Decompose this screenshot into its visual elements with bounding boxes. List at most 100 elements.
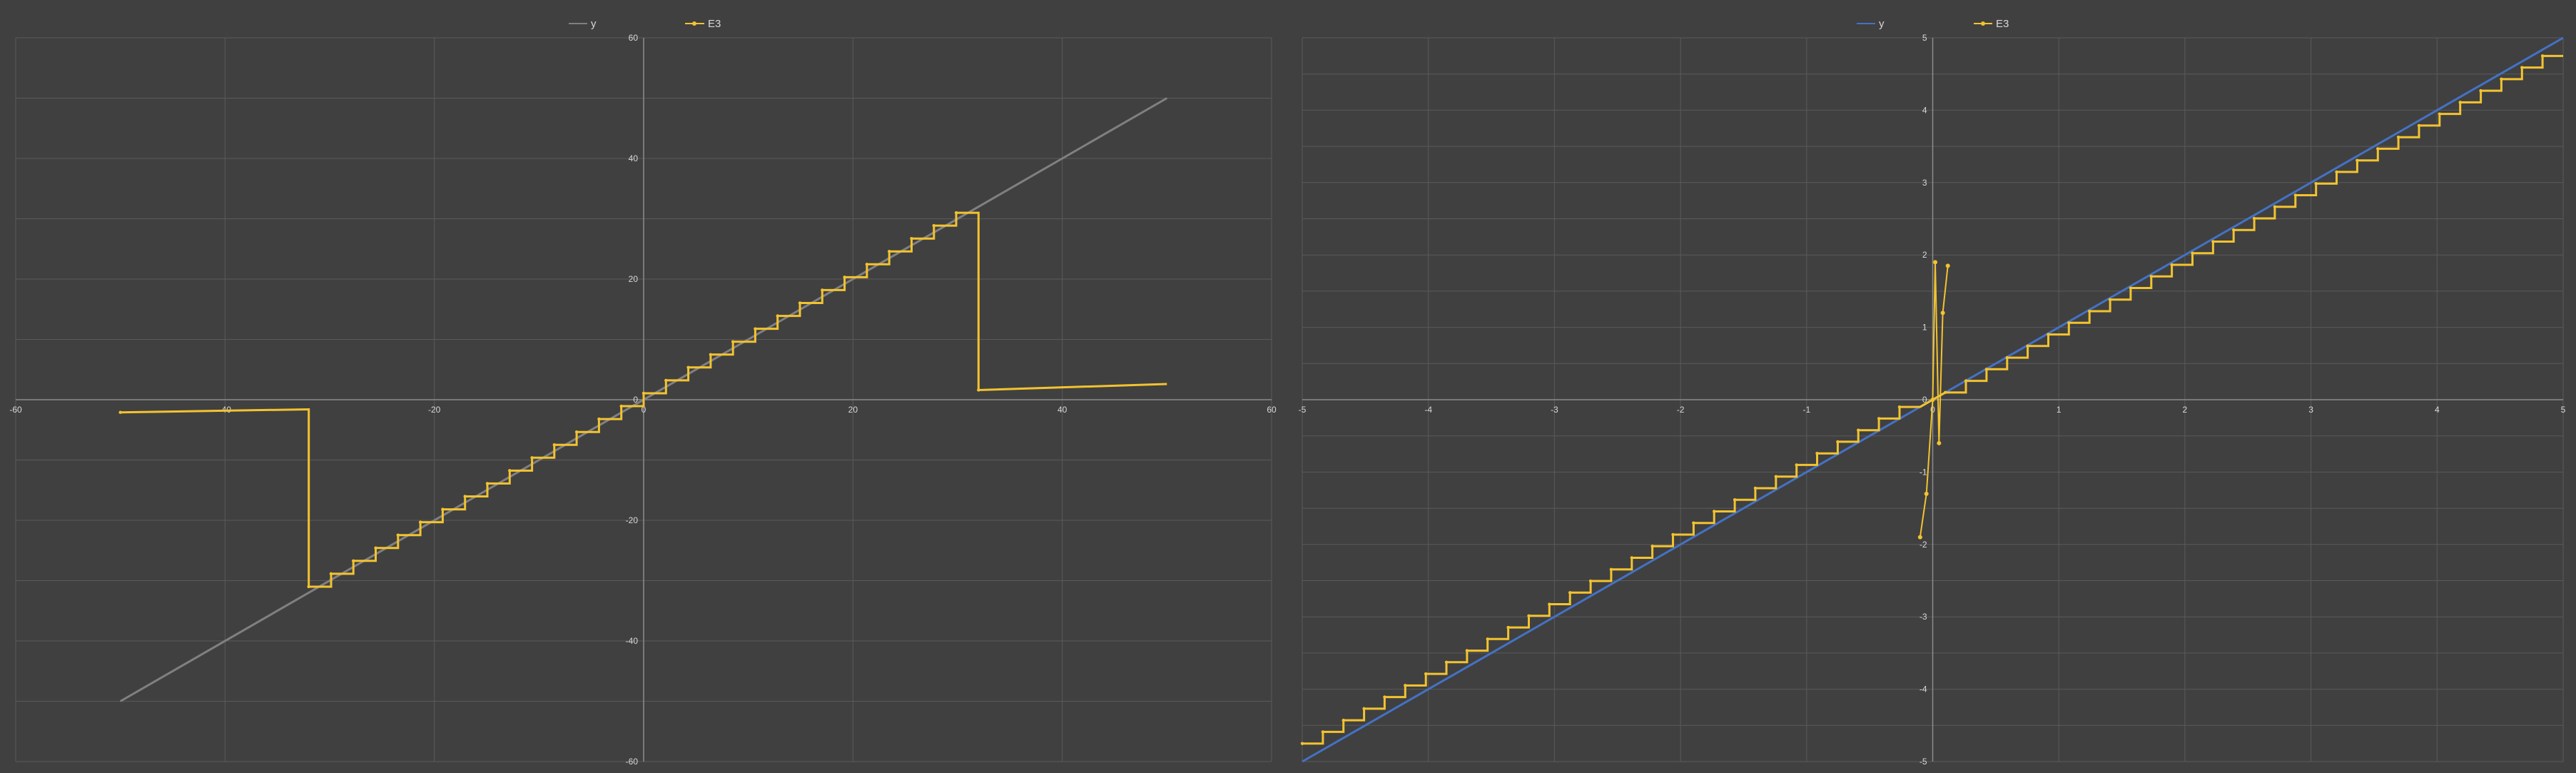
series-point-e3 [2500, 77, 2503, 81]
series-point-e3 [1506, 625, 1510, 630]
series-point-e3 [977, 388, 980, 392]
series-point-e3 [463, 495, 467, 498]
x-tick-label: 2 [2183, 405, 2188, 415]
series-point-e3 [1917, 535, 1922, 540]
series-point-e3 [1342, 718, 1345, 722]
series-point-e3 [1753, 486, 1758, 490]
x-tick-label: 20 [848, 405, 858, 415]
x-tick-label: -3 [1551, 405, 1558, 415]
legend-label-y: y [591, 18, 597, 30]
y-tick-label: 5 [1922, 33, 1927, 43]
series-point-e3 [1933, 260, 1938, 265]
series-point-e3 [1795, 463, 1798, 467]
series-point-e3 [1465, 649, 1469, 652]
series-point-e3 [2170, 263, 2174, 267]
series-point-e3 [2087, 309, 2091, 313]
y-tick-label: 4 [1922, 105, 1927, 115]
series-point-e3 [910, 236, 913, 241]
series-point-e3 [2108, 298, 2112, 301]
series-point-e3 [1527, 614, 1531, 618]
series-point-e3 [329, 572, 333, 576]
x-tick-label: 5 [2561, 405, 2566, 415]
series-point-e3 [2067, 321, 2071, 325]
series-point-e3 [1568, 591, 1572, 595]
series-point-e3 [1444, 660, 1449, 665]
series-point-e3 [798, 301, 802, 305]
y-tick-label: -20 [626, 515, 639, 525]
series-point-e3 [2149, 275, 2153, 278]
series-point-e3 [843, 276, 846, 279]
series-point-e3 [1630, 556, 1633, 560]
series-point-e3 [1937, 440, 1942, 445]
legend-label-e3: E3 [708, 18, 721, 30]
x-tick-label: -5 [1299, 405, 1307, 415]
series-point-e3 [1321, 730, 1325, 734]
legend-marker-e3 [1981, 21, 1985, 26]
y-tick-label: -40 [626, 636, 639, 646]
series-point-e3 [2211, 240, 2215, 243]
chart-background [0, 0, 2576, 773]
series-point-e3 [664, 378, 668, 383]
series-point-e3 [2458, 101, 2462, 104]
chart-canvas: y E3 -60 -40 -20 0 20 40 60-60-40-200204060 y … [0, 0, 2576, 773]
x-tick-label: 4 [2435, 405, 2440, 415]
y-tick-label: -4 [1920, 684, 1927, 694]
series-point-e3 [1733, 498, 1737, 502]
series-point-e3 [307, 585, 310, 589]
series-point-e3 [2026, 344, 2029, 348]
series-point-e3 [731, 340, 735, 343]
series-point-e3 [1609, 567, 1613, 571]
legend-label-y: y [1879, 18, 1885, 30]
series-point-e3 [2314, 181, 2318, 186]
series-point-e3 [1548, 602, 1551, 606]
series-point-e3 [1424, 672, 1428, 676]
series-point-e3 [1897, 405, 1902, 409]
series-point-e3 [2335, 170, 2338, 174]
series-point-e3 [374, 546, 377, 550]
x-tick-label: -4 [1424, 405, 1432, 415]
series-point-e3 [2540, 54, 2545, 58]
series-point-e3 [2479, 89, 2483, 93]
series-point-e3 [1774, 475, 1778, 478]
y-tick-label: -5 [1920, 757, 1927, 767]
series-point-e3 [865, 263, 869, 266]
series-point-e3 [2438, 112, 2442, 116]
series-point-e3 [1815, 451, 1819, 455]
series-point-e3 [1857, 428, 1860, 432]
series-point-e3 [1836, 440, 1840, 444]
x-tick-label: -1 [1802, 405, 1810, 415]
series-point-e3 [485, 482, 490, 485]
series-point-e3 [954, 211, 958, 215]
series-point-e3 [2417, 123, 2421, 128]
x-tick-label: -60 [9, 405, 22, 415]
series-point-e3 [1945, 263, 1950, 268]
series-point-e3 [2047, 333, 2050, 336]
series-point-e3 [1383, 695, 1386, 699]
series-point-e3 [1924, 491, 1929, 496]
series-point-e3 [1877, 417, 1881, 420]
series-point-e3 [2273, 205, 2277, 208]
series-point-e3 [1486, 637, 1489, 641]
y-tick-label: -60 [626, 757, 639, 767]
y-tick-label: 1 [1922, 323, 1927, 333]
y-tick-label: -3 [1920, 612, 1927, 622]
series-point-e3 [821, 288, 824, 292]
series-point-e3 [932, 223, 935, 228]
y-tick-label: -1 [1920, 467, 1927, 477]
series-point-e3 [619, 404, 623, 408]
series-point-e3 [1650, 545, 1654, 548]
series-point-e3 [2396, 135, 2400, 139]
series-point-e3 [2252, 216, 2256, 221]
x-tick-label: 3 [2308, 405, 2313, 415]
legend-label-e3: E3 [1996, 18, 2009, 30]
series-point-e3 [1692, 521, 1695, 525]
series-point-e3 [396, 533, 400, 537]
series-point-e3 [2191, 251, 2194, 255]
series-point-e3 [2005, 355, 2009, 360]
series-point-e3 [1984, 368, 1989, 371]
y-tick-label: 2 [1922, 250, 1927, 260]
series-point-e3 [2520, 66, 2524, 69]
x-tick-label: 40 [1058, 405, 1068, 415]
y-tick-label: 40 [629, 153, 639, 163]
x-tick-label: -20 [428, 405, 441, 415]
